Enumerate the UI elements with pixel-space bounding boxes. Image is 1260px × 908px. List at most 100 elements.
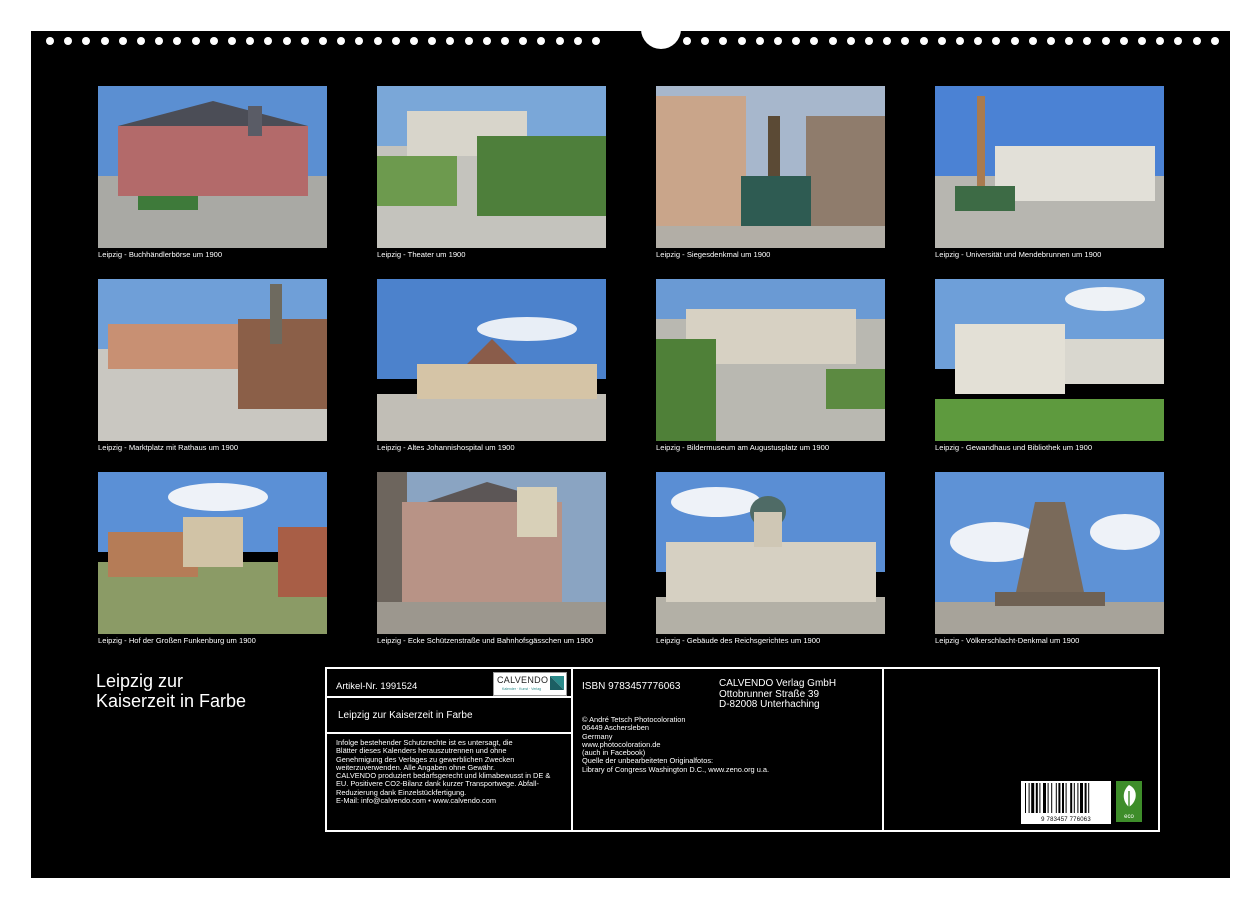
barcode-bars-icon	[1021, 781, 1111, 815]
binding-hole	[683, 37, 691, 45]
isbn: ISBN 9783457776063	[582, 681, 680, 692]
leaf-icon	[1116, 781, 1142, 811]
spiral-binding	[31, 31, 1230, 51]
binding-hole	[1156, 37, 1164, 45]
binding-hole	[829, 37, 837, 45]
photo-marktplatz	[98, 279, 327, 441]
title-line: Leipzig zur	[96, 671, 246, 691]
photo-credits: © André Tetsch Photocoloration 06449 Asc…	[582, 716, 769, 774]
caption: Leipzig - Bildermuseum am Augustusplatz …	[656, 443, 896, 452]
binding-hole	[155, 37, 163, 45]
binding-hole	[319, 37, 327, 45]
binding-hole	[556, 37, 564, 45]
binding-hole	[938, 37, 946, 45]
caption: Leipzig - Siegesdenkmal um 1900	[656, 250, 896, 259]
barcode-bar	[1029, 783, 1030, 813]
photo-schuetzenstrasse	[377, 472, 606, 634]
binding-hole	[428, 37, 436, 45]
binding-hole	[865, 37, 873, 45]
binding-hole	[192, 37, 200, 45]
publisher-line: D-82008 Unterhaching	[719, 700, 836, 711]
binding-hole	[1065, 37, 1073, 45]
binding-hole	[483, 37, 491, 45]
binding-hole	[283, 37, 291, 45]
binding-hole	[410, 37, 418, 45]
binding-hole	[465, 37, 473, 45]
publisher-address: CALVENDO Verlag GmbH Ottobrunner Straße …	[719, 679, 836, 711]
divider	[571, 669, 573, 830]
binding-hole	[774, 37, 782, 45]
photo-theater	[377, 86, 606, 248]
binding-hole	[1211, 37, 1219, 45]
binding-hole	[756, 37, 764, 45]
article-number: Artikel-Nr. 1991524	[336, 681, 417, 692]
binding-hole	[1120, 37, 1128, 45]
product-title: Leipzig zur Kaiserzeit in Farbe	[338, 710, 473, 721]
barcode-number: 9 783457 776063	[1021, 817, 1111, 823]
logo-mark-icon	[550, 676, 564, 690]
barcode-bar	[1039, 783, 1040, 813]
binding-hole	[901, 37, 909, 45]
photo-gewandhaus	[935, 279, 1164, 441]
barcode-bar	[1058, 783, 1060, 813]
caption: Leipzig - Völkerschlacht-Denkmal um 1900	[935, 636, 1175, 645]
binding-hole	[246, 37, 254, 45]
legal-notice: Infolge bestehender Schutzrechte ist es …	[336, 739, 550, 805]
binding-hole	[501, 37, 509, 45]
binding-hole	[956, 37, 964, 45]
barcode-bar	[1036, 783, 1038, 813]
logo-wordmark: CALVENDO	[497, 675, 548, 685]
binding-hole	[210, 37, 218, 45]
imprint-box: Artikel-Nr. 1991524 CALVENDO Kalender · …	[325, 667, 1160, 832]
binding-hole	[665, 37, 673, 45]
binding-hole	[847, 37, 855, 45]
calvendo-logo: CALVENDO Kalender · Kunst · Verlag	[493, 672, 567, 696]
barcode-bar	[1077, 783, 1078, 813]
binding-hole	[1083, 37, 1091, 45]
binding-hole	[173, 37, 181, 45]
photo-voelkerschlachtdenkmal	[935, 472, 1164, 634]
photo-funkenburg	[98, 472, 327, 634]
binding-hole	[992, 37, 1000, 45]
binding-hole	[1138, 37, 1146, 45]
barcode-bar	[1085, 783, 1087, 813]
binding-hole	[374, 37, 382, 45]
binding-hole	[82, 37, 90, 45]
binding-hole	[137, 37, 145, 45]
logo-tagline: Kalender · Kunst · Verlag	[502, 687, 541, 691]
barcode-bar	[1066, 783, 1067, 813]
binding-hole	[101, 37, 109, 45]
binding-hole	[1102, 37, 1110, 45]
caption: Leipzig - Theater um 1900	[377, 250, 617, 259]
binding-hole	[537, 37, 545, 45]
binding-hole	[446, 37, 454, 45]
binding-hole	[46, 37, 54, 45]
photo-bildermuseum	[656, 279, 885, 441]
binding-hole	[519, 37, 527, 45]
calendar-title: Leipzig zur Kaiserzeit in Farbe	[96, 671, 246, 711]
barcode-bar	[1062, 783, 1064, 813]
caption: Leipzig - Gebäude des Reichsgerichtes um…	[656, 636, 896, 645]
photo-buchhaendlerboerse	[98, 86, 327, 248]
photo-universitaet	[935, 86, 1164, 248]
binding-hole	[1029, 37, 1037, 45]
photo-johannishospital	[377, 279, 606, 441]
caption: Leipzig - Universität und Mendebrunnen u…	[935, 250, 1175, 259]
barcode-bar	[1080, 783, 1083, 813]
barcode: 9 783457 776063	[1021, 781, 1111, 824]
binding-hole	[1047, 37, 1055, 45]
binding-hole	[264, 37, 272, 45]
binding-hole	[1011, 37, 1019, 45]
caption: Leipzig - Gewandhaus und Bibliothek um 1…	[935, 443, 1175, 452]
photo-reichsgericht	[656, 472, 885, 634]
barcode-bar	[1056, 783, 1057, 813]
barcode-bar	[1025, 783, 1026, 813]
divider	[327, 696, 571, 698]
binding-hole	[301, 37, 309, 45]
caption: Leipzig - Hof der Großen Funkenburg um 1…	[98, 636, 338, 645]
binding-hole	[920, 37, 928, 45]
binding-hole	[119, 37, 127, 45]
binding-hole	[883, 37, 891, 45]
barcode-bar	[1043, 783, 1046, 813]
barcode-bar	[1051, 783, 1052, 813]
